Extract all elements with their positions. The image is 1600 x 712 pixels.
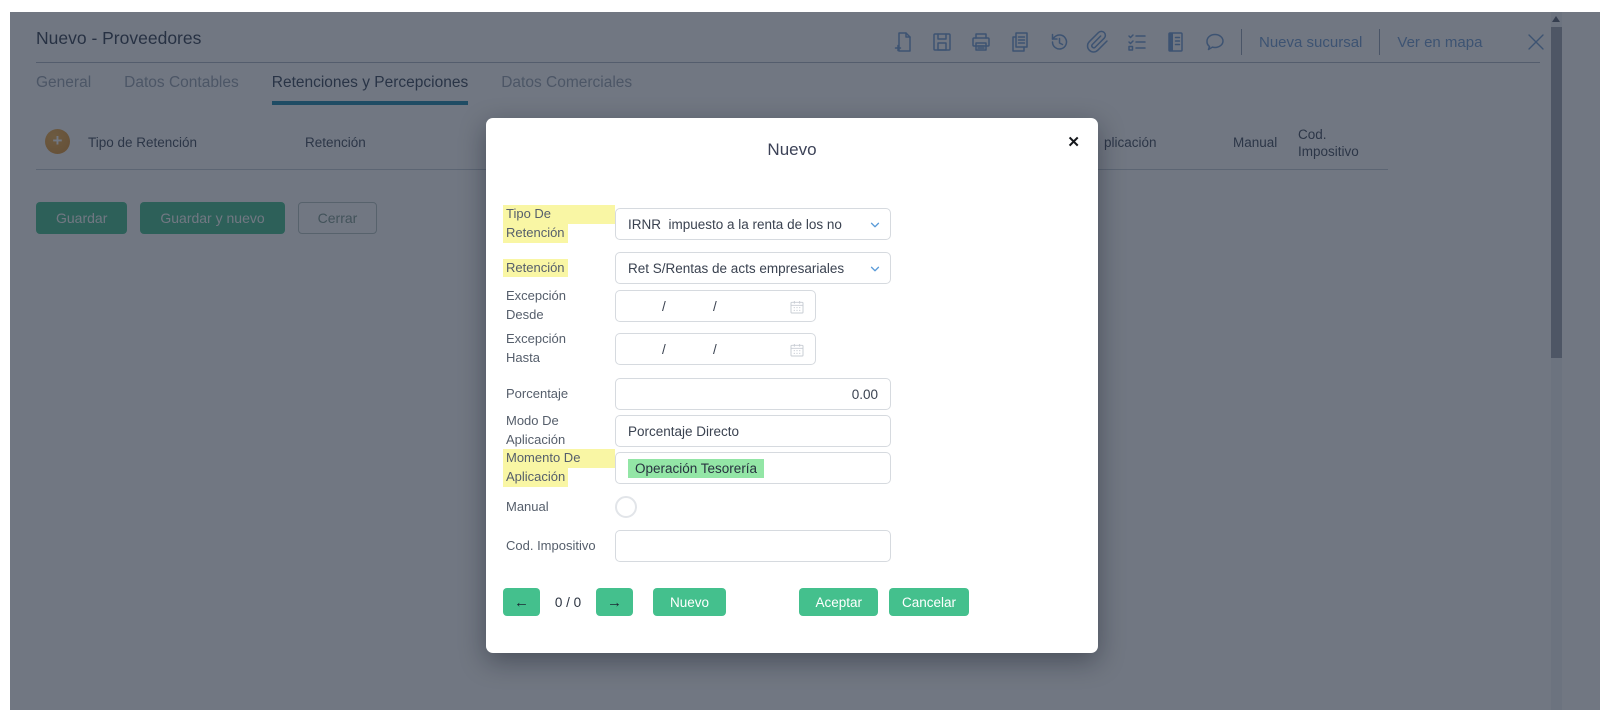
field-row-manual: Manual [503,494,1081,520]
label-line: Retención [503,224,568,243]
field-row-momento-aplicacion: Momento De Aplicación Operación Tesorerí… [503,449,1081,487]
record-counter: 0 / 0 [554,594,582,610]
selected-value: IRNR impuesto a la renta de los no [628,216,842,232]
field-label: Excepción Desde [503,287,615,325]
label-line: Excepción [506,331,566,347]
label-line: Retención [503,258,568,278]
modal-close-icon[interactable]: ✕ [1067,133,1080,151]
field-row-excepcion-hasta: Excepción Hasta / / [503,330,1081,368]
input-value: Porcentaje Directo [628,423,740,439]
excepcion-desde-date-input[interactable]: / / [615,290,816,322]
field-label: Retención [503,258,615,278]
input-value: 0.00 [851,386,878,402]
modal-footer: ← 0 / 0 → Nuevo Aceptar Cancelar [503,588,969,616]
label-line: Aplicación [506,432,566,447]
date-separator: / [713,341,717,357]
calendar-icon[interactable] [789,342,805,361]
field-label: Momento De Aplicación [503,449,615,487]
modo-aplicacion-input[interactable]: Porcentaje Directo [615,415,891,447]
chevron-down-icon [868,218,882,232]
chevron-down-icon [868,262,882,276]
field-label: Tipo De Retención [503,205,615,243]
field-label: Cod. Impositivo [503,537,615,556]
tipo-retencion-select[interactable]: IRNR impuesto a la renta de los no [615,208,891,240]
field-row-modo-aplicacion: Modo De Aplicación Porcentaje Directo [503,412,1081,450]
field-row-excepcion-desde: Excepción Desde / / [503,287,1081,325]
momento-aplicacion-input[interactable]: Operación Tesorería [615,452,891,484]
field-row-retencion: Retención Ret S/Rentas de acts empresari… [503,252,1081,284]
selected-value: Ret S/Rentas de acts empresariales [628,260,845,276]
label-line: Tipo De [503,205,615,224]
label-line: Excepción [506,288,566,304]
retencion-select[interactable]: Ret S/Rentas de acts empresariales [615,252,891,284]
label-line: Momento De [503,449,615,468]
label-line: Aplicación [503,468,569,487]
cod-impositivo-input[interactable] [615,530,891,562]
aceptar-button[interactable]: Aceptar [799,588,878,616]
date-separator: / [713,298,717,314]
field-label: Excepción Hasta [503,330,615,368]
excepcion-hasta-date-input[interactable]: / / [615,333,816,365]
porcentaje-input[interactable]: 0.00 [615,378,891,410]
field-label: Manual [503,498,615,517]
input-value: Operación Tesorería [628,458,765,478]
prev-record-button[interactable]: ← [503,588,540,616]
field-row-tipo-retencion: Tipo De Retención IRNR impuesto a la ren… [503,205,1081,243]
modal-title: Nuevo [767,140,817,159]
manual-radio[interactable] [615,496,637,518]
nuevo-retencion-modal: Nuevo ✕ Tipo De Retención IRNR impuesto … [486,118,1098,653]
field-label: Porcentaje [503,385,615,404]
label-line: Hasta [506,350,540,365]
calendar-icon[interactable] [789,299,805,318]
label-line: Modo De [506,413,559,429]
label-line: Cod. Impositivo [506,537,596,553]
label-line: Porcentaje [506,385,569,401]
nuevo-button[interactable]: Nuevo [653,588,727,616]
label-line: Desde [506,307,544,322]
next-record-button[interactable]: → [596,588,633,616]
field-row-porcentaje: Porcentaje 0.00 [503,378,1081,410]
date-separator: / [662,341,666,357]
date-separator: / [662,298,666,314]
label-line: Manual [506,498,549,514]
cancelar-button[interactable]: Cancelar [888,588,969,616]
field-label: Modo De Aplicación [503,412,615,450]
field-row-cod-impositivo: Cod. Impositivo [503,530,1081,562]
